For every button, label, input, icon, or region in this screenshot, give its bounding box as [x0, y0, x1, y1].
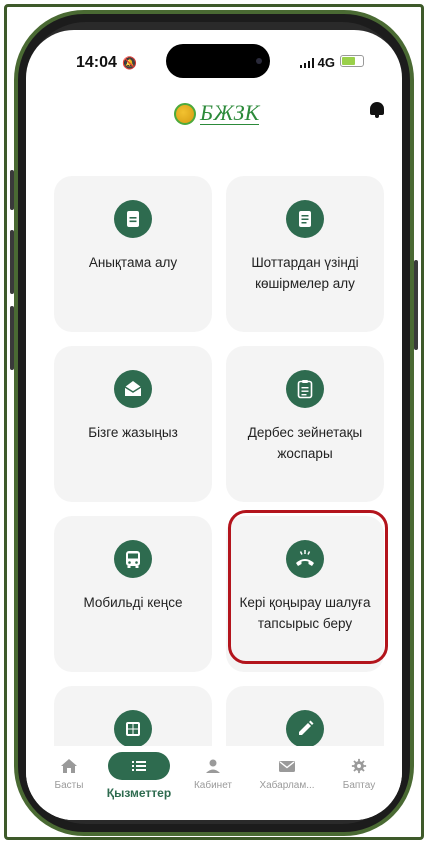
app-screen: 14:04 🔕 4G БЖЗК Анықтама алу Шоттардан ү…: [26, 30, 402, 820]
phone-power-button: [414, 260, 418, 350]
service-card-account-statements[interactable]: Шоттардан үзінді көшірмелер алу: [226, 176, 384, 332]
status-time: 14:04: [76, 54, 117, 71]
nav-item-messages[interactable]: Хабарлам...: [252, 752, 322, 802]
phone-side-button-left-3: [10, 306, 14, 370]
camera-dot: [256, 58, 262, 64]
bell-icon[interactable]: [370, 102, 384, 118]
signal-bars-icon: 4G: [300, 55, 335, 70]
app-logo: БЖЗК: [174, 100, 260, 125]
nav-label: Кабинет: [193, 780, 233, 791]
battery-charging-icon: [340, 55, 364, 67]
silent-bell-icon: 🔕: [122, 56, 137, 70]
service-card-label: Анықтама алу: [88, 255, 178, 270]
mail-icon: [278, 758, 296, 774]
bottom-nav: Басты Қызметтер Кабинет Хабарлам... Бапт…: [26, 746, 402, 820]
nav-item-home[interactable]: Басты: [34, 752, 104, 802]
nav-label: Басты: [54, 780, 84, 791]
service-card-mobile-office[interactable]: Мобильді кеңсе: [54, 516, 212, 672]
gear-icon: [350, 758, 368, 774]
service-card-label: Мобильді кеңсе: [83, 595, 183, 610]
phone-side-button-left: [10, 170, 14, 210]
pencil-icon: [286, 710, 324, 748]
nav-item-settings[interactable]: Баптау: [324, 752, 394, 802]
service-card-certificate[interactable]: Анықтама алу: [54, 176, 212, 332]
document-lines-icon: [286, 200, 324, 238]
service-card-label: Шоттардан үзінді көшірмелер алу: [251, 255, 359, 291]
clipboard-icon: [286, 370, 324, 408]
nav-label: Баптау: [342, 780, 376, 791]
list-icon: [130, 758, 148, 774]
network-type: 4G: [317, 55, 335, 70]
user-icon: [204, 758, 222, 774]
status-bar: 14:04 🔕 4G: [26, 30, 402, 90]
home-icon: [60, 758, 78, 774]
bus-icon: [114, 540, 152, 578]
service-card-pension-plan[interactable]: Дербес зейнетақы жоспары: [226, 346, 384, 502]
envelope-open-icon: [114, 370, 152, 408]
logo-text: БЖЗК: [200, 100, 260, 125]
service-card-label: Бізге жазыңыз: [88, 425, 178, 440]
nav-label: Хабарлам...: [259, 780, 315, 791]
document-icon: [114, 200, 152, 238]
service-card-write-to-us[interactable]: Бізге жазыңыз: [54, 346, 212, 502]
app-header: БЖЗК: [26, 92, 402, 142]
calculator-icon: [114, 710, 152, 748]
nav-item-services[interactable]: Қызметтер: [104, 752, 174, 802]
dynamic-island: [166, 44, 270, 78]
nav-label: Қызметтер: [106, 786, 172, 800]
service-card-label: Дербес зейнетақы жоспары: [247, 425, 363, 461]
nav-item-cabinet[interactable]: Кабинет: [178, 752, 248, 802]
callback-highlight-frame: [228, 510, 388, 664]
phone-side-button-left-2: [10, 230, 14, 294]
logo-mark-icon: [174, 102, 196, 125]
